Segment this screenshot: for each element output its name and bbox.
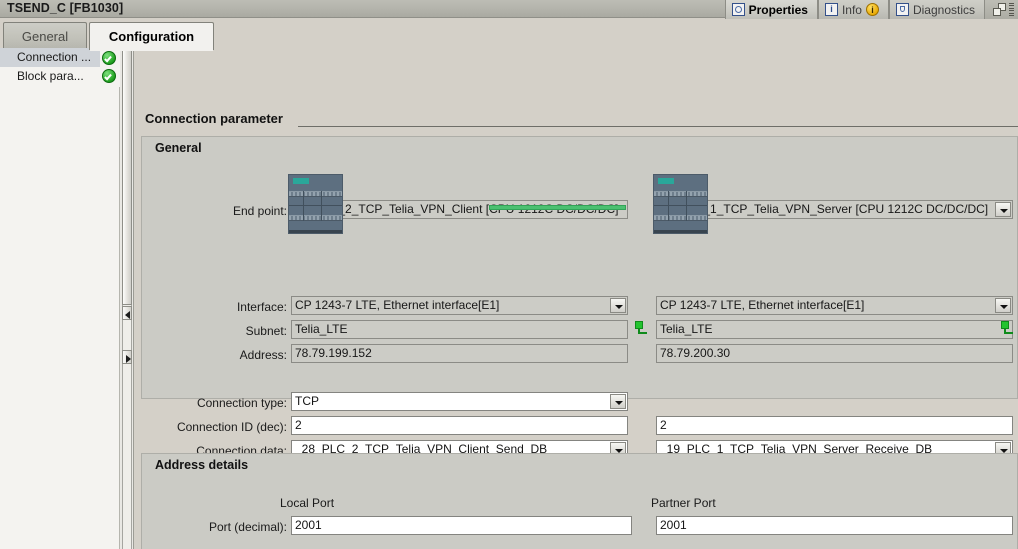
collapse-left-arrow-icon[interactable] xyxy=(122,306,132,320)
address-label: Address: xyxy=(239,348,287,362)
end-point-label: End point: xyxy=(232,204,287,218)
end-point-partner-field[interactable]: 19_PLC_1_TCP_Telia_VPN_Server [CPU 1212C… xyxy=(656,200,1013,219)
partner-plc-device-image xyxy=(653,174,708,234)
collapse-right-arrow-icon[interactable] xyxy=(122,350,132,364)
interface-local-combo[interactable]: CP 1243-7 LTE, Ethernet interface[E1] xyxy=(291,296,628,315)
page-title: Connection parameter xyxy=(145,111,283,126)
configuration-nav-list: Connection ... Block para... xyxy=(0,48,120,549)
overflow-menu-icon[interactable] xyxy=(1009,3,1014,16)
tsend-c-properties-window: TSEND_C [FB1030] Properties Info i Diagn… xyxy=(0,0,1018,549)
general-panel-title: General xyxy=(155,141,202,155)
tab-configuration[interactable]: Configuration xyxy=(89,22,214,51)
connection-id-partner-input[interactable]: 2 xyxy=(656,416,1013,435)
tab-diagnostics[interactable]: Diagnostics xyxy=(888,0,985,19)
tab-diagnostics-label: Diagnostics xyxy=(912,2,975,17)
partner-network-node-icon xyxy=(1000,321,1014,335)
diagnostics-icon xyxy=(895,3,909,16)
heading-rule xyxy=(298,126,1018,127)
local-plc-device-image xyxy=(288,174,343,234)
chevron-down-icon[interactable] xyxy=(995,202,1011,217)
tab-properties[interactable]: Properties xyxy=(724,0,818,19)
main-tab-strip: General Configuration xyxy=(0,19,1018,51)
status-ok-icon xyxy=(102,51,116,65)
local-network-node-icon xyxy=(634,321,648,335)
nav-status-column xyxy=(100,48,120,87)
local-port-column-header: Local Port xyxy=(280,496,335,510)
nav-scrollbar-thumb[interactable] xyxy=(122,48,132,305)
interface-partner-combo[interactable]: CP 1243-7 LTE, Ethernet interface[E1] xyxy=(656,296,1013,315)
connection-type-label: Connection type: xyxy=(196,396,287,410)
info-icon xyxy=(824,3,838,16)
properties-icon xyxy=(731,3,745,16)
tab-general-label: General xyxy=(21,28,69,44)
chevron-down-icon[interactable] xyxy=(610,394,626,409)
address-partner-field[interactable]: 78.79.200.30 xyxy=(656,344,1013,363)
sidebar-item-label: Block para... xyxy=(17,69,84,83)
chevron-down-icon[interactable] xyxy=(995,298,1011,313)
tab-info[interactable]: Info i xyxy=(817,0,889,19)
port-decimal-label: Port (decimal): xyxy=(208,520,287,534)
nav-splitter[interactable] xyxy=(120,48,134,549)
window-title-bar: TSEND_C [FB1030] Properties Info i Diagn… xyxy=(0,0,1018,19)
property-tab-strip: Properties Info i Diagnostics xyxy=(724,0,1018,19)
connection-id-local-input[interactable]: 2 xyxy=(291,416,628,435)
restore-icon[interactable] xyxy=(993,3,1006,16)
subnet-label: Subnet: xyxy=(245,324,287,338)
tab-configuration-label: Configuration xyxy=(108,29,195,44)
sidebar-item-label: Connection ... xyxy=(17,50,92,64)
partner-port-column-header: Partner Port xyxy=(651,496,716,510)
info-badge: i xyxy=(865,3,879,16)
address-local-field[interactable]: 78.79.199.152 xyxy=(291,344,628,363)
window-title: TSEND_C [FB1030] xyxy=(7,1,124,15)
connection-type-combo[interactable]: TCP xyxy=(291,392,628,411)
tab-properties-label: Properties xyxy=(748,2,808,17)
configuration-content-pane: Connection parameter General Local Partn… xyxy=(135,48,1018,549)
tab-general[interactable]: General xyxy=(3,22,87,49)
tab-info-label: Info xyxy=(841,2,862,17)
subnet-local-field[interactable]: Telia_LTE xyxy=(291,320,628,339)
subnet-partner-field[interactable]: Telia_LTE xyxy=(656,320,1013,339)
connection-link-line xyxy=(489,205,626,210)
window-controls xyxy=(985,0,1018,19)
status-ok-icon xyxy=(102,69,116,83)
interface-label: Interface: xyxy=(236,300,287,314)
chevron-down-icon[interactable] xyxy=(610,298,626,313)
address-details-panel-title: Address details xyxy=(155,458,249,472)
partner-port-input[interactable]: 2001 xyxy=(656,516,1013,535)
connection-id-label: Connection ID (dec): xyxy=(176,420,287,434)
local-port-input[interactable]: 2001 xyxy=(291,516,632,535)
